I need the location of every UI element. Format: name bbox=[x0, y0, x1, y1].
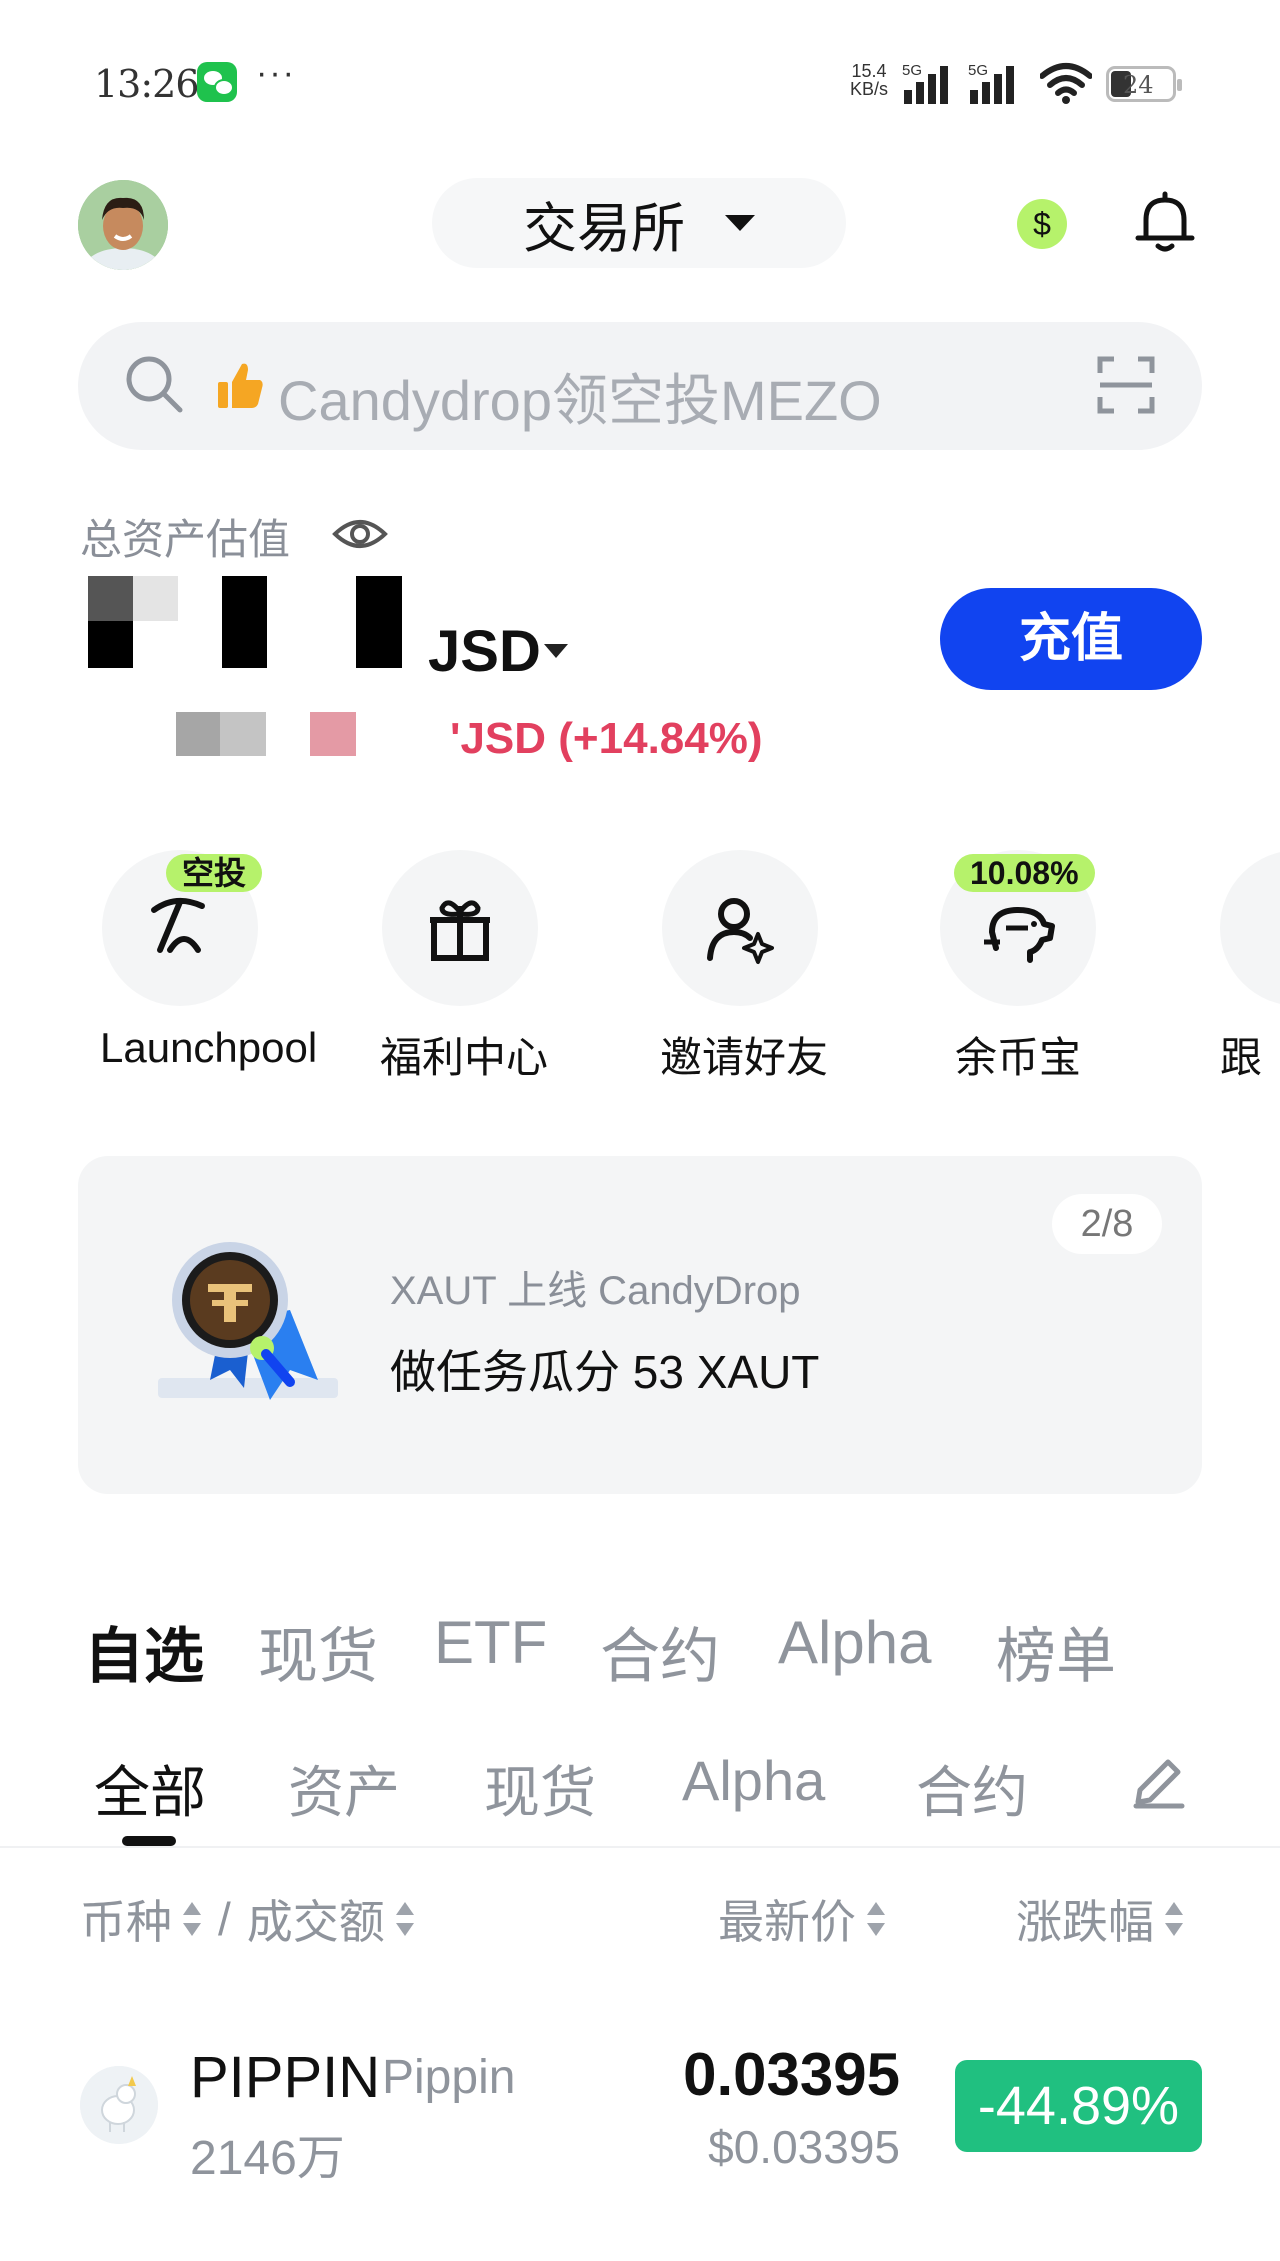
sort-icon bbox=[182, 1900, 202, 1938]
subtab-futures[interactable]: 合约 bbox=[916, 1748, 1028, 1829]
pickaxe-icon bbox=[151, 897, 205, 953]
network-speed-unit: KB/s bbox=[850, 79, 889, 99]
eye-icon[interactable] bbox=[332, 514, 388, 554]
coin-logo-icon bbox=[80, 2066, 158, 2144]
cell-signal-icon-2: 5G bbox=[968, 62, 1026, 104]
avatar[interactable] bbox=[78, 180, 168, 270]
pnl-hidden bbox=[176, 712, 356, 756]
piggy-bank-icon bbox=[984, 907, 1055, 963]
quick-action-label: 福利中心 bbox=[380, 1034, 549, 1081]
thumbs-up-icon bbox=[218, 363, 263, 408]
user-plus-icon bbox=[707, 898, 774, 964]
sort-icon bbox=[866, 1900, 886, 1938]
subtab-spot[interactable]: 现货 bbox=[484, 1748, 596, 1829]
chevron-down-icon bbox=[725, 215, 755, 231]
total-assets-label: 总资产估值 bbox=[80, 516, 291, 563]
signal-tag-2: 5G bbox=[968, 62, 989, 79]
subtab-all[interactable]: 全部 bbox=[94, 1748, 206, 1829]
column-price-label: 最新价 bbox=[718, 1896, 856, 1948]
pnl-text: 'JSD (+14.84%) bbox=[450, 714, 763, 763]
exchange-label: 交易所 bbox=[523, 198, 685, 259]
banner-title: 做任务瓜分 53 XAUT bbox=[390, 1346, 820, 1398]
price-change-badge[interactable]: -44.89% bbox=[955, 2060, 1202, 2152]
tab-watchlist[interactable]: 自选 bbox=[84, 1608, 204, 1695]
coin-name: Pippin bbox=[382, 2051, 516, 2104]
cell-signal-icon: 5G bbox=[902, 62, 960, 104]
quick-action-rewards[interactable]: 福利中心 bbox=[380, 850, 549, 1085]
sort-icon bbox=[1164, 1900, 1184, 1938]
subtab-alpha[interactable]: Alpha bbox=[682, 1748, 825, 1813]
column-header-coin-volume[interactable]: 币种 / 成交额 bbox=[80, 1886, 415, 1952]
airdrop-badge: 空投 bbox=[166, 854, 263, 892]
wifi-icon bbox=[1040, 63, 1092, 104]
quick-action-label: 余币宝 bbox=[954, 1034, 1081, 1081]
search-placeholder[interactable]: Candydrop领空投MEZO bbox=[278, 356, 882, 437]
search-icon bbox=[126, 356, 183, 413]
apr-badge: 10.08% bbox=[954, 854, 1095, 892]
quick-action-label: 跟 bbox=[1220, 1034, 1263, 1081]
sort-icon bbox=[395, 1900, 415, 1938]
quick-action-label: Launchpool bbox=[100, 1024, 318, 1071]
avatar-image bbox=[78, 180, 168, 270]
quick-action-copytrade[interactable]: 跟 bbox=[1220, 850, 1280, 1085]
column-header-change[interactable]: 涨跌幅 bbox=[1016, 1886, 1184, 1952]
medal-icon bbox=[158, 1242, 338, 1400]
network-speed-value: 15.4 bbox=[851, 61, 887, 81]
coin-symbol: PIPPIN bbox=[190, 2045, 381, 2110]
coin-volume: 2146万 bbox=[190, 2132, 345, 2185]
column-coin-label: 币种 bbox=[80, 1896, 172, 1948]
scan-icon[interactable] bbox=[1096, 355, 1156, 415]
balance-hidden bbox=[88, 576, 402, 668]
banner-subtitle: XAUT 上线 CandyDrop bbox=[390, 1269, 801, 1313]
currency-label[interactable]: JSD bbox=[428, 618, 541, 685]
battery-level: 24 bbox=[1123, 71, 1154, 99]
banner-pager: 2/8 bbox=[1052, 1194, 1162, 1254]
quick-action-invite[interactable]: 邀请好友 bbox=[660, 850, 829, 1085]
tab-futures[interactable]: 合约 bbox=[600, 1608, 720, 1695]
signal-tag: 5G bbox=[902, 62, 923, 79]
dollar-icon[interactable]: $ bbox=[1017, 199, 1067, 249]
column-separator: / bbox=[218, 1893, 231, 1945]
column-volume-label: 成交额 bbox=[246, 1896, 385, 1948]
column-header-price[interactable]: 最新价 bbox=[718, 1886, 886, 1952]
more-icon: ··· bbox=[256, 54, 296, 92]
network-speed: 15.4 KB/s bbox=[850, 62, 888, 98]
status-time: 13:26 bbox=[94, 62, 200, 106]
gift-icon bbox=[430, 900, 490, 961]
bell-icon[interactable] bbox=[1134, 190, 1196, 256]
currency-caret-icon[interactable] bbox=[544, 644, 568, 658]
subtab-assets[interactable]: 资产 bbox=[288, 1748, 400, 1829]
exchange-dropdown[interactable]: 交易所 bbox=[432, 178, 846, 268]
active-tab-indicator bbox=[122, 1836, 176, 1846]
deposit-button[interactable]: 充值 bbox=[940, 588, 1202, 690]
divider bbox=[0, 1846, 1280, 1848]
tab-etf[interactable]: ETF bbox=[434, 1608, 547, 1677]
coin-price-usd: $0.03395 bbox=[708, 2121, 900, 2173]
coin-price: 0.03395 bbox=[683, 2041, 900, 2108]
edit-icon[interactable] bbox=[1128, 1752, 1188, 1812]
wechat-icon bbox=[197, 62, 237, 102]
tab-spot[interactable]: 现货 bbox=[258, 1608, 378, 1695]
battery-icon: 24 bbox=[1106, 66, 1182, 102]
tab-rankings[interactable]: 榜单 bbox=[996, 1608, 1116, 1695]
tab-alpha[interactable]: Alpha bbox=[778, 1608, 931, 1677]
column-change-label: 涨跌幅 bbox=[1016, 1896, 1154, 1948]
quick-action-label: 邀请好友 bbox=[660, 1034, 829, 1081]
